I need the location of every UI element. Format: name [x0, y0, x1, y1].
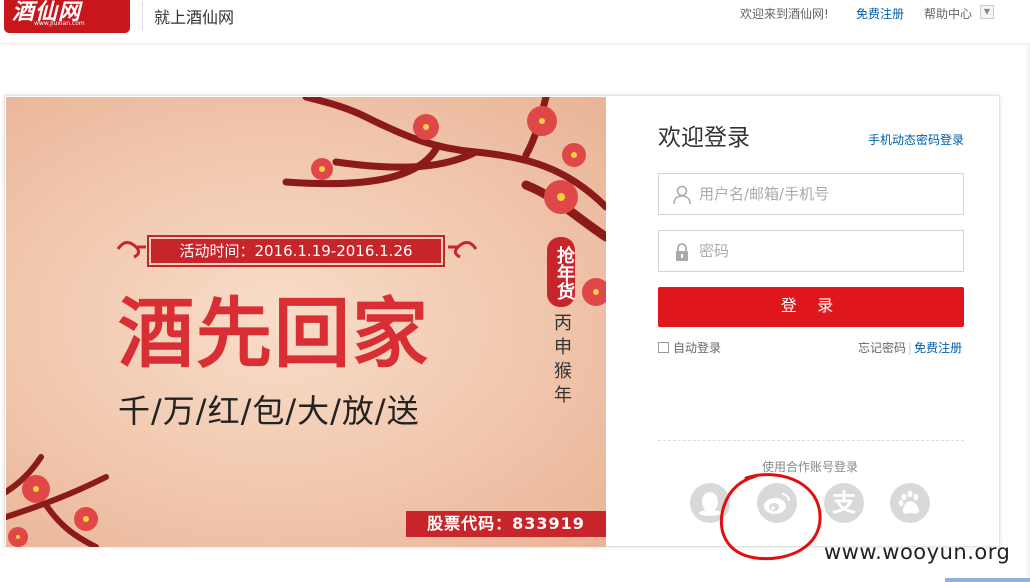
taskbar-fragment — [945, 578, 1030, 582]
register-link[interactable]: 免费注册 — [914, 341, 962, 355]
jiuxian-logo[interactable]: 酒仙网 www.Jiuxian.com — [4, 0, 130, 33]
event-time-text: 活动时间：2016.1.19-2016.1.26 — [151, 239, 441, 263]
auto-login-label: 自动登录 — [673, 341, 722, 355]
username-input[interactable] — [699, 183, 949, 205]
stock-code-label: 股票代码：833919 — [406, 511, 606, 537]
alipay-icon[interactable]: 支 — [824, 483, 864, 523]
site-slogan: 就上酒仙网 — [154, 8, 235, 27]
auto-login-checkbox[interactable] — [658, 342, 669, 353]
login-title: 欢迎登录 — [658, 125, 750, 151]
account-links: 忘记密码 | 免费注册 — [858, 339, 962, 356]
promo-banner[interactable]: 活动时间：2016.1.19-2016.1.26 酒先回家 千/万/红/包/大/… — [6, 97, 606, 547]
login-button[interactable]: 登 录 — [658, 287, 964, 327]
lock-icon — [676, 243, 688, 261]
baidu-icon[interactable] — [890, 483, 930, 523]
section-divider — [658, 440, 964, 441]
year-label: 丙申猴年 — [551, 313, 572, 409]
password-input[interactable] — [699, 240, 949, 262]
forgot-password-link[interactable]: 忘记密码 — [858, 341, 906, 355]
dynamic-password-login-link[interactable]: 手机动态密码登录 — [868, 131, 964, 148]
new-year-shopping-badge: 抢年货 — [547, 237, 575, 307]
chevron-down-icon[interactable]: ▼ — [980, 5, 994, 19]
auto-login-option[interactable]: 自动登录 — [658, 339, 721, 356]
wooyun-watermark: www.wooyun.org — [824, 540, 1011, 564]
link-separator: | — [908, 341, 913, 355]
event-time-banner: 活动时间：2016.1.19-2016.1.26 — [147, 235, 445, 267]
password-field[interactable] — [658, 230, 964, 272]
welcome-text: 欢迎来到酒仙网! — [740, 7, 829, 21]
login-card: 活动时间：2016.1.19-2016.1.26 酒先回家 千/万/红/包/大/… — [4, 95, 1000, 547]
top-header: 酒仙网 www.Jiuxian.com 就上酒仙网 欢迎来到酒仙网! 免费注册 … — [0, 0, 1030, 44]
header-divider — [142, 2, 143, 30]
username-field[interactable] — [658, 173, 964, 215]
help-center-menu[interactable]: 帮助中心 — [924, 5, 972, 22]
annotation-circle — [719, 473, 822, 561]
header-register-link[interactable]: 免费注册 — [856, 5, 904, 22]
user-icon — [673, 185, 691, 205]
logo-url: www.Jiuxian.com — [34, 20, 85, 27]
promo-headline: 酒先回家 — [118, 289, 430, 378]
promo-subline: 千/万/红/包/大/放/送 — [118, 392, 420, 430]
baidu-glyph — [898, 490, 919, 514]
